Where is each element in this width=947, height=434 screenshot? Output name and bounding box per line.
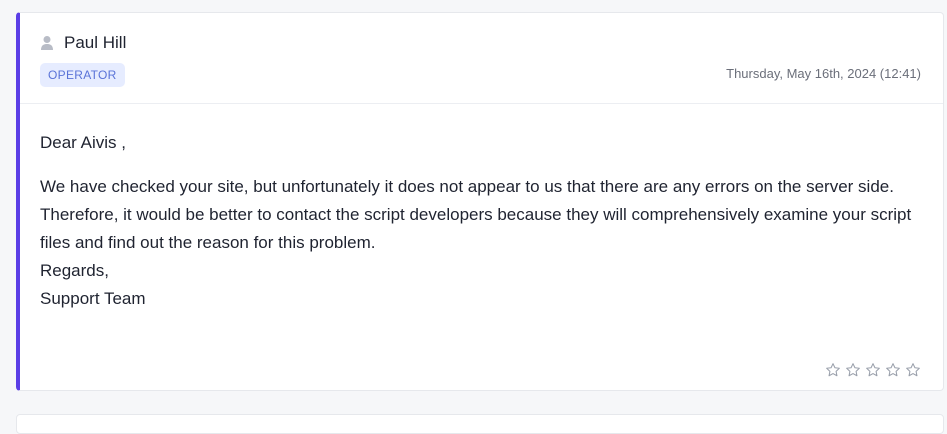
message-line: We have checked your site, but unfortuna… [40, 177, 894, 196]
star-outline-icon[interactable] [885, 362, 901, 378]
author-row: Paul Hill [40, 33, 126, 53]
star-outline-icon[interactable] [845, 362, 861, 378]
star-outline-icon[interactable] [865, 362, 881, 378]
star-outline-icon[interactable] [825, 362, 841, 378]
star-outline-icon[interactable] [905, 362, 921, 378]
message-line: Regards, [40, 261, 109, 280]
reply-header: Paul Hill OPERATOR Thursday, May 16th, 2… [20, 13, 943, 104]
user-icon [40, 35, 54, 51]
reply-card: Paul Hill OPERATOR Thursday, May 16th, 2… [16, 12, 944, 391]
author-name: Paul Hill [64, 33, 127, 52]
role-badge: OPERATOR [40, 63, 125, 87]
message-greeting: Dear Aivis , [40, 133, 126, 152]
message-body: Dear Aivis , We have checked your site, … [40, 129, 913, 313]
next-reply-card [16, 414, 944, 434]
message-line: Support Team [40, 289, 146, 308]
rating-stars [825, 362, 921, 378]
message-timestamp: Thursday, May 16th, 2024 (12:41) [726, 66, 921, 81]
message-line: Therefore, it would be better to contact… [40, 205, 912, 252]
